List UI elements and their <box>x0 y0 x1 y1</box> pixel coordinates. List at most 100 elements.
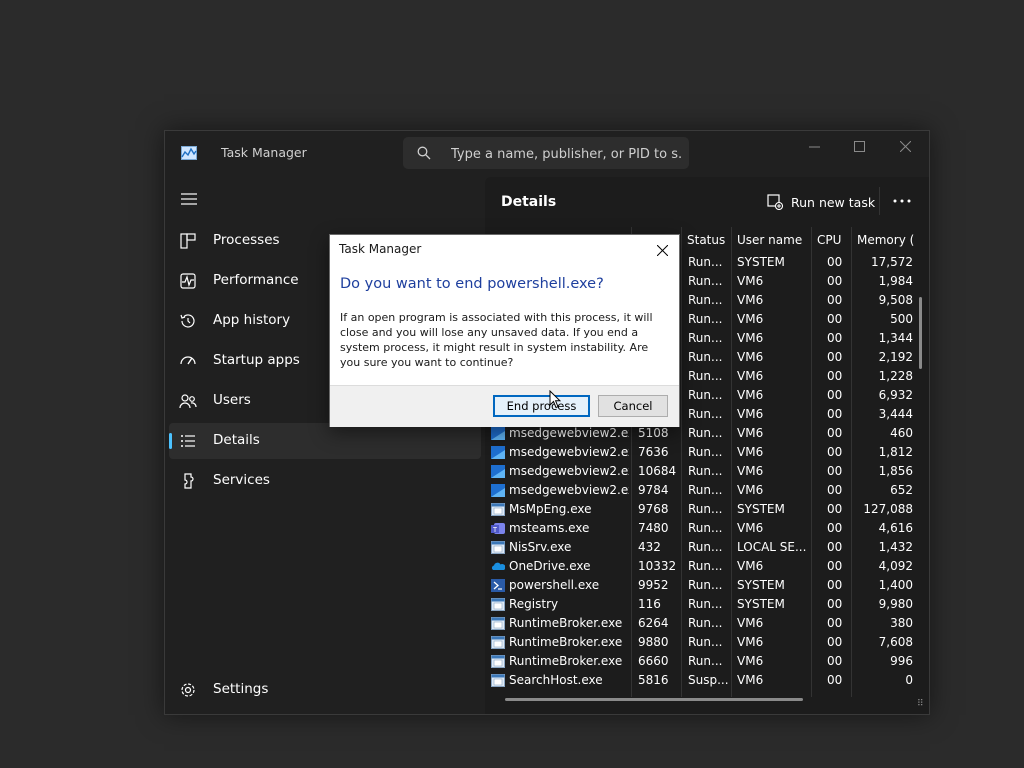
run-new-task-label: Run new task <box>791 194 876 210</box>
process-user: SYSTEM <box>737 578 785 592</box>
column-header-memory[interactable]: Memory ( <box>851 227 929 253</box>
process-user: VM6 <box>737 426 764 440</box>
minimize-button[interactable] <box>791 131 837 161</box>
performance-icon <box>180 273 196 289</box>
process-status: Run... <box>688 654 723 668</box>
end-process-button[interactable]: End process <box>493 395 590 417</box>
process-window-icon <box>491 636 505 649</box>
table-row[interactable]: msedgewebview2.exe 10684 Run... VM6 00 1,856 <box>485 462 925 481</box>
process-status: Run... <box>688 483 723 497</box>
process-memory: 4,092 <box>878 559 913 573</box>
table-row[interactable]: MsMpEng.exe 9768 Run... SYSTEM 00 127,088 <box>485 500 925 519</box>
active-indicator <box>169 433 172 449</box>
mouse-cursor-icon <box>549 390 561 409</box>
process-user: VM6 <box>737 654 764 668</box>
search-input[interactable] <box>449 137 685 171</box>
process-status: Run... <box>688 274 723 288</box>
column-header-status[interactable]: Status <box>681 227 731 253</box>
dialog-close-button[interactable] <box>652 240 672 260</box>
edge-webview-icon <box>491 427 505 440</box>
process-status: Run... <box>688 635 723 649</box>
process-name: RuntimeBroker.exe <box>509 616 623 630</box>
processes-icon <box>180 233 196 249</box>
process-memory: 996 <box>890 654 913 668</box>
process-status: Run... <box>688 407 723 421</box>
process-window-icon <box>491 503 505 516</box>
process-pid: 5108 <box>638 426 669 440</box>
process-name: RuntimeBroker.exe <box>509 654 623 668</box>
settings-label: Settings <box>213 681 269 697</box>
search-box[interactable] <box>403 137 689 171</box>
process-status: Run... <box>688 445 723 459</box>
process-cpu: 00 <box>827 369 843 383</box>
more-options-button[interactable] <box>879 187 924 215</box>
process-pid: 10684 <box>638 464 677 478</box>
process-cpu: 00 <box>827 388 843 402</box>
table-row[interactable]: msedgewebview2.exe 7636 Run... VM6 00 1,812 <box>485 443 925 462</box>
cancel-button[interactable]: Cancel <box>598 395 668 417</box>
process-user: VM6 <box>737 369 764 383</box>
process-user: VM6 <box>737 521 764 535</box>
sidebar-item-label: Users <box>213 392 251 408</box>
sidebar-item-details[interactable]: Details <box>169 423 481 459</box>
table-row[interactable]: OneDrive.exe 10332 Run... VM6 00 4,092 <box>485 557 925 576</box>
process-cpu: 00 <box>827 293 843 307</box>
sidebar-item-services[interactable]: Services <box>169 463 481 499</box>
table-row[interactable]: NisSrv.exe 432 Run... LOCAL SE... 00 1,432 <box>485 538 925 557</box>
process-status: Run... <box>688 350 723 364</box>
table-row[interactable]: RuntimeBroker.exe 6264 Run... VM6 00 380 <box>485 614 925 633</box>
table-row[interactable]: RuntimeBroker.exe 9880 Run... VM6 00 7,608 <box>485 633 925 652</box>
column-header-cpu[interactable]: CPU <box>811 227 851 253</box>
search-icon <box>417 146 431 160</box>
process-user: SYSTEM <box>737 502 785 516</box>
maximize-button[interactable] <box>836 131 882 161</box>
close-button[interactable] <box>882 131 928 161</box>
process-memory: 1,400 <box>878 578 913 592</box>
table-row[interactable]: RuntimeBroker.exe 6660 Run... VM6 00 996 <box>485 652 925 671</box>
settings-button[interactable]: Settings <box>169 672 481 708</box>
process-memory: 1,344 <box>878 331 913 345</box>
process-memory: 1,228 <box>878 369 913 383</box>
process-window-icon <box>491 655 505 668</box>
column-header-user-name[interactable]: User name <box>731 227 811 253</box>
process-cpu: 00 <box>827 445 843 459</box>
resize-grip-icon[interactable]: ⠿ <box>917 699 924 709</box>
process-memory: 2,192 <box>878 350 913 364</box>
run-task-icon <box>767 194 783 210</box>
teams-icon: T <box>491 523 505 534</box>
table-row[interactable]: Registry 116 Run... SYSTEM 00 9,980 <box>485 595 925 614</box>
process-memory: 1,812 <box>878 445 913 459</box>
process-window-icon <box>491 617 505 630</box>
run-new-task-button[interactable]: Run new task <box>767 189 875 215</box>
process-cpu: 00 <box>827 407 843 421</box>
dialog-footer: End process Cancel <box>330 385 679 427</box>
startup-apps-icon <box>180 356 196 365</box>
process-memory: 4,616 <box>878 521 913 535</box>
table-row[interactable]: powershell.exe 9952 Run... SYSTEM 00 1,400 <box>485 576 925 595</box>
process-name: msedgewebview2.exe <box>509 483 629 497</box>
onedrive-icon <box>491 562 505 570</box>
title-bar: Task Manager <box>165 131 929 177</box>
vertical-scrollbar[interactable] <box>919 297 922 369</box>
process-user: VM6 <box>737 635 764 649</box>
horizontal-scrollbar[interactable] <box>505 698 803 701</box>
table-row[interactable]: Tmsteams.exe 7480 Run... VM6 00 4,616 <box>485 519 925 538</box>
process-status: Run... <box>688 464 723 478</box>
close-icon <box>656 244 668 256</box>
process-cpu: 00 <box>827 654 843 668</box>
process-user: VM6 <box>737 312 764 326</box>
process-user: VM6 <box>737 483 764 497</box>
svg-text:T: T <box>493 527 498 534</box>
maximize-icon <box>853 140 865 152</box>
process-status: Susp... <box>688 673 729 687</box>
process-status: Run... <box>688 426 723 440</box>
process-pid: 5816 <box>638 673 669 687</box>
edge-webview-icon <box>491 484 505 497</box>
sidebar-item-label: Startup apps <box>213 352 300 368</box>
hamburger-icon <box>181 193 197 205</box>
menu-button[interactable] <box>177 187 201 211</box>
process-status: Run... <box>688 521 723 535</box>
table-row[interactable]: SearchHost.exe 5816 Susp... VM6 00 0 <box>485 671 925 690</box>
table-row[interactable]: msedgewebview2.exe 9784 Run... VM6 00 652 <box>485 481 925 500</box>
process-memory: 3,444 <box>878 407 913 421</box>
